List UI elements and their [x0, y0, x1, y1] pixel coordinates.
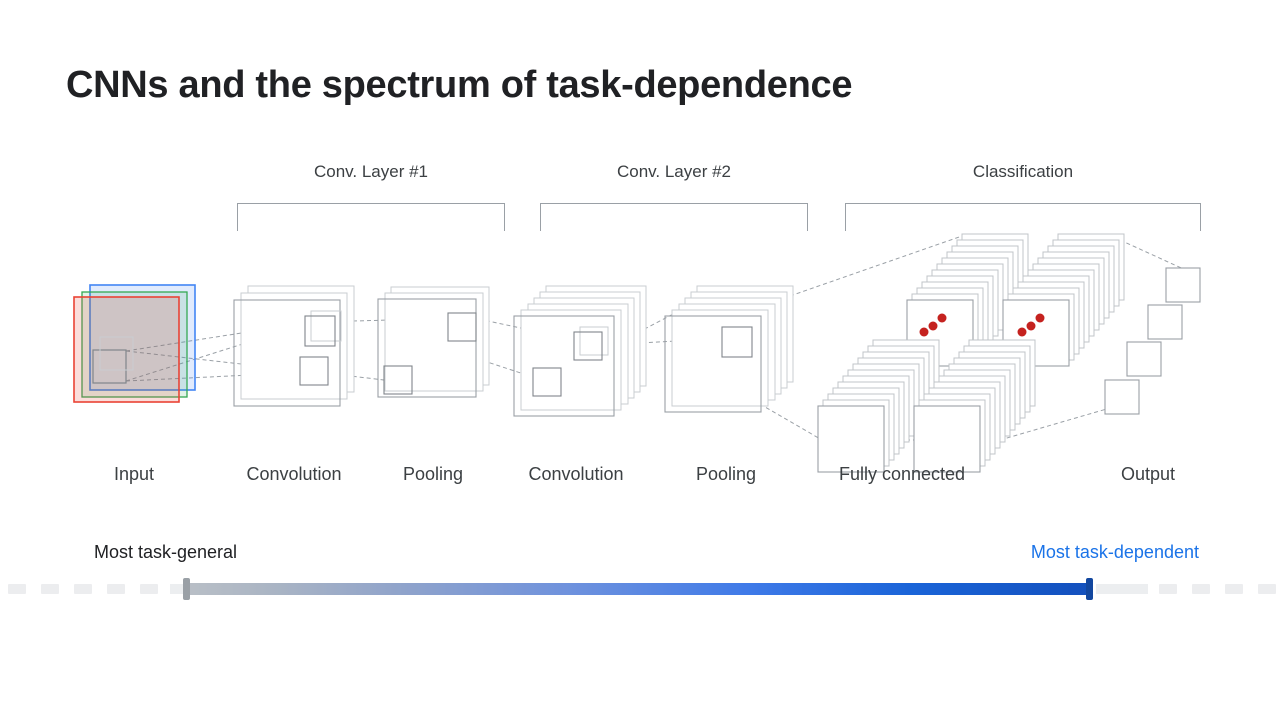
spectrum-dash-right-2 — [1192, 584, 1210, 594]
stage-label-convolution-2: Convolution — [528, 464, 624, 484]
fc-ellipsis-dots-left — [919, 313, 947, 337]
spectrum-cap-end — [1086, 578, 1093, 600]
spectrum-dash-right-3 — [1225, 584, 1243, 594]
stage-label-pooling-1: Pooling — [402, 464, 464, 484]
fc-ellipsis-dots-right — [1017, 313, 1045, 337]
input-receptive-field — [92, 349, 127, 384]
output-nodes — [1104, 267, 1201, 415]
connector-fc-output — [999, 239, 1191, 441]
output-node-2 — [1147, 304, 1183, 340]
spectrum-dash-left-1 — [8, 584, 26, 594]
fc-stack-top-left — [906, 233, 1029, 367]
stage-label-output: Output — [1120, 464, 1176, 484]
pool1-feature-maps — [377, 286, 490, 398]
connector-input-conv1 — [125, 321, 313, 382]
stage-label-convolution-1: Convolution — [246, 464, 342, 484]
spectrum-dash-right-4 — [1258, 584, 1276, 594]
spectrum-dash-left-4 — [107, 584, 125, 594]
stage-label-input: Input — [113, 464, 155, 484]
connector-conv2-pool2 — [544, 299, 736, 382]
spectrum-dash-left-2 — [41, 584, 59, 594]
bracket-shape-classification — [845, 203, 1201, 231]
input-receptive-field-ghost — [99, 336, 134, 371]
input-channel-red — [73, 296, 180, 403]
stage-label-fully-connected: Fully connected — [838, 464, 966, 484]
spectrum-track-lead-out — [1096, 584, 1148, 594]
spectrum-label-task-dependent: Most task-dependent — [1030, 542, 1199, 562]
input-layer-stack — [73, 284, 196, 403]
spectrum-cap-start — [183, 578, 190, 600]
spectrum-dash-left-3 — [74, 584, 92, 594]
fc-stack-top-right — [1002, 233, 1125, 367]
cnn-architecture-diagram — [73, 233, 1201, 473]
output-node-1 — [1165, 267, 1201, 303]
input-channel-green — [81, 291, 188, 398]
stage-label-pooling-2: Pooling — [695, 464, 757, 484]
task-dependence-spectrum-bar — [0, 578, 1280, 600]
page-title: CNNs and the spectrum of task-dependence — [66, 64, 853, 106]
spectrum-gradient-track — [186, 583, 1092, 595]
group-label-classification: Classification — [972, 162, 1074, 181]
output-node-4 — [1104, 379, 1140, 415]
connector-pool1-conv2 — [389, 299, 601, 382]
spectrum-dash-left-5 — [140, 584, 158, 594]
fc-stack-bottom-right — [913, 339, 1036, 473]
group-label-conv2: Conv. Layer #2 — [616, 162, 732, 181]
pool2-feature-maps — [664, 285, 794, 413]
spectrum-dash-right-1 — [1159, 584, 1177, 594]
connector-pool2-fc — [759, 235, 1000, 441]
bracket-shape-conv1 — [237, 203, 505, 231]
group-label-conv1: Conv. Layer #1 — [313, 162, 429, 181]
output-node-3 — [1126, 341, 1162, 377]
connector-conv1-pool1 — [317, 317, 463, 383]
spectrum-label-task-general: Most task-general — [94, 542, 238, 562]
conv2-feature-maps — [513, 285, 647, 417]
fc-stack-bottom-left — [817, 339, 940, 473]
slide-canvas: CNNs and the spectrum of task-dependence… — [0, 0, 1280, 720]
input-channel-blue — [89, 284, 196, 391]
conv1-feature-maps — [233, 285, 355, 407]
bracket-shape-conv2 — [540, 203, 808, 231]
